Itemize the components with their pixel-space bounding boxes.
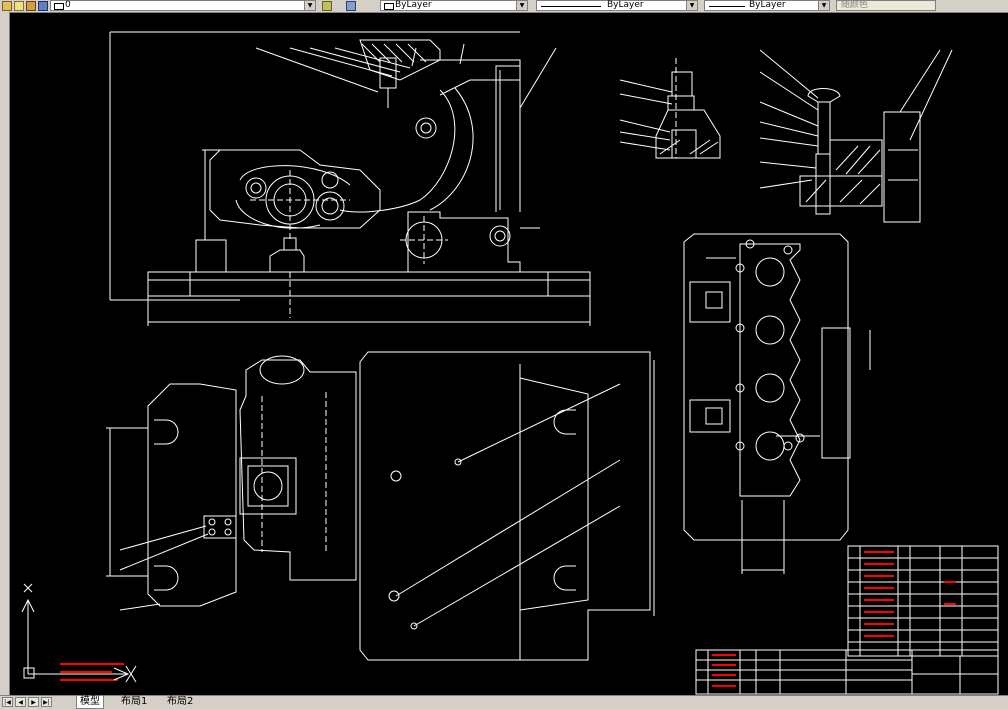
title-block	[60, 545, 999, 695]
next-tab-icon[interactable]: ▶	[28, 697, 39, 707]
linetype-value: ByLayer	[607, 0, 644, 10]
last-tab-icon[interactable]: ▶|	[41, 697, 52, 707]
linetype-sample	[541, 6, 601, 7]
lock-icon[interactable]	[26, 1, 36, 11]
color-value: ByLayer	[395, 0, 432, 10]
front-view	[109, 31, 591, 326]
layer-dropdown[interactable]: 0 ▼	[50, 0, 316, 11]
layer-previous-icon[interactable]	[346, 1, 356, 11]
section-view-k	[759, 49, 953, 223]
plotstyle-value: 随颜色	[841, 0, 869, 10]
tab-layout1[interactable]: 布局1	[118, 696, 150, 708]
tab-layout2[interactable]: 布局2	[164, 696, 196, 708]
tab-model[interactable]: 模型	[76, 696, 104, 709]
linetype-dropdown[interactable]: ByLayer ▼	[536, 0, 698, 11]
layer-color-icon[interactable]	[38, 1, 48, 11]
layer-value: 0	[65, 0, 71, 10]
color-dropdown[interactable]: ByLayer ▼	[380, 0, 528, 11]
plotstyle-dropdown[interactable]: 随颜色	[836, 0, 936, 11]
lineweight-value: ByLayer	[749, 0, 786, 10]
sun-icon[interactable]	[14, 1, 24, 11]
left-toolbar-edge[interactable]	[0, 12, 10, 695]
color-swatch-icon	[384, 3, 394, 10]
layer-swatch-icon	[54, 3, 64, 10]
plan-view-bottom	[106, 351, 655, 661]
first-tab-icon[interactable]: |◀	[2, 697, 13, 707]
make-current-layer-icon[interactable]	[322, 1, 332, 11]
chevron-down-icon[interactable]: ▼	[686, 1, 697, 10]
section-view-h	[619, 58, 721, 159]
drawing-canvas[interactable]	[10, 12, 1008, 695]
chevron-down-icon[interactable]: ▼	[818, 1, 829, 10]
lineweight-sample	[709, 6, 745, 7]
chevron-down-icon[interactable]: ▼	[304, 1, 315, 10]
lineweight-dropdown[interactable]: ByLayer ▼	[704, 0, 830, 11]
ucs-icon	[21, 583, 137, 683]
plan-view-right	[683, 233, 871, 574]
prev-tab-icon[interactable]: ◀	[15, 697, 26, 707]
chevron-down-icon[interactable]: ▼	[516, 1, 527, 10]
layout-tab-bar: |◀ ◀ ▶ ▶| 模型 布局1 布局2	[0, 695, 1008, 709]
lightbulb-icon[interactable]	[2, 1, 12, 11]
